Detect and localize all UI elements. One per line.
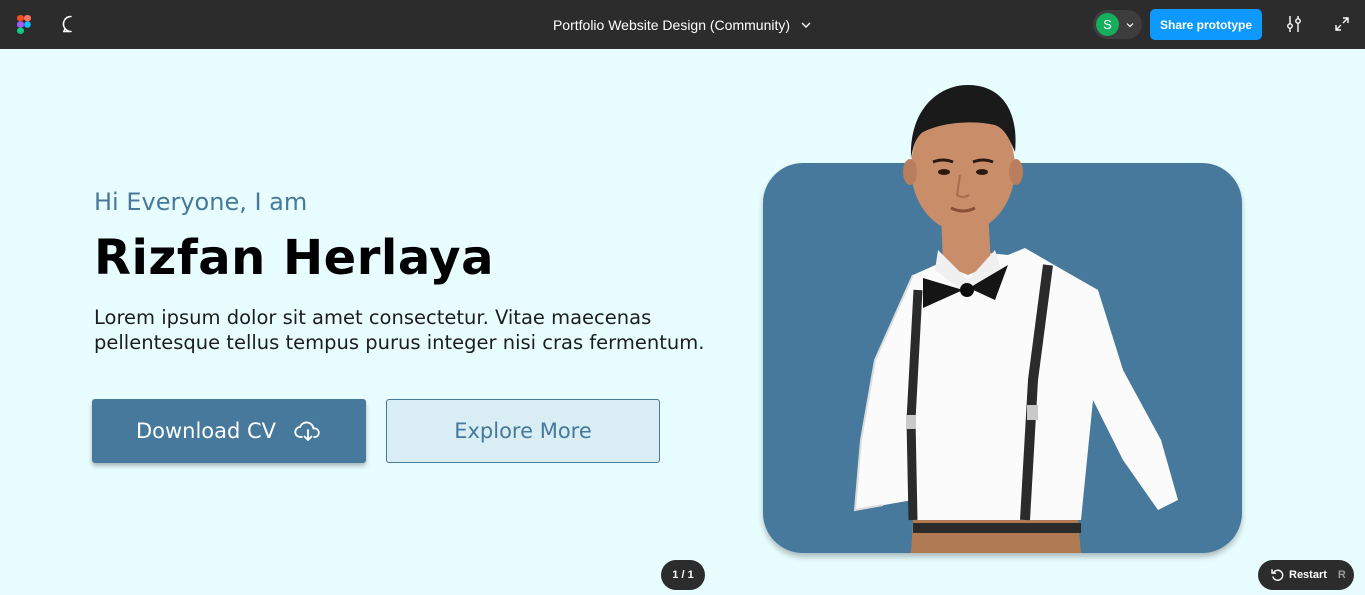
sliders-icon[interactable] — [1285, 15, 1303, 33]
page-indicator: 1 / 1 — [661, 560, 705, 590]
explore-more-button[interactable]: Explore More — [386, 399, 660, 463]
download-cv-label: Download CV — [135, 419, 277, 443]
cloud-download-icon — [294, 421, 320, 441]
expand-icon[interactable] — [1334, 16, 1350, 32]
hero-description: Lorem ipsum dolor sit amet consectetur. … — [94, 306, 705, 354]
hero-name: Rizfan Herlaya — [94, 230, 494, 286]
figma-logo-icon[interactable] — [17, 15, 31, 34]
top-toolbar: Portfolio Website Design (Community) S S… — [0, 0, 1365, 49]
user-menu[interactable]: S — [1093, 10, 1142, 39]
restart-label: Restart — [1289, 569, 1327, 581]
hero-greeting: Hi Everyone, I am — [94, 188, 308, 216]
chevron-down-icon — [1126, 23, 1134, 28]
portrait-photo — [853, 85, 1178, 553]
share-prototype-button[interactable]: Share prototype — [1150, 9, 1262, 40]
comment-icon[interactable] — [61, 14, 81, 34]
document-title[interactable]: Portfolio Website Design (Community) — [553, 17, 790, 33]
download-cv-button[interactable]: Download CV — [92, 399, 366, 463]
restart-button[interactable]: Restart R — [1258, 560, 1354, 590]
restart-icon — [1271, 569, 1284, 581]
chevron-down-icon[interactable] — [800, 19, 812, 31]
restart-shortcut: R — [1337, 569, 1346, 581]
avatar[interactable]: S — [1096, 13, 1119, 36]
